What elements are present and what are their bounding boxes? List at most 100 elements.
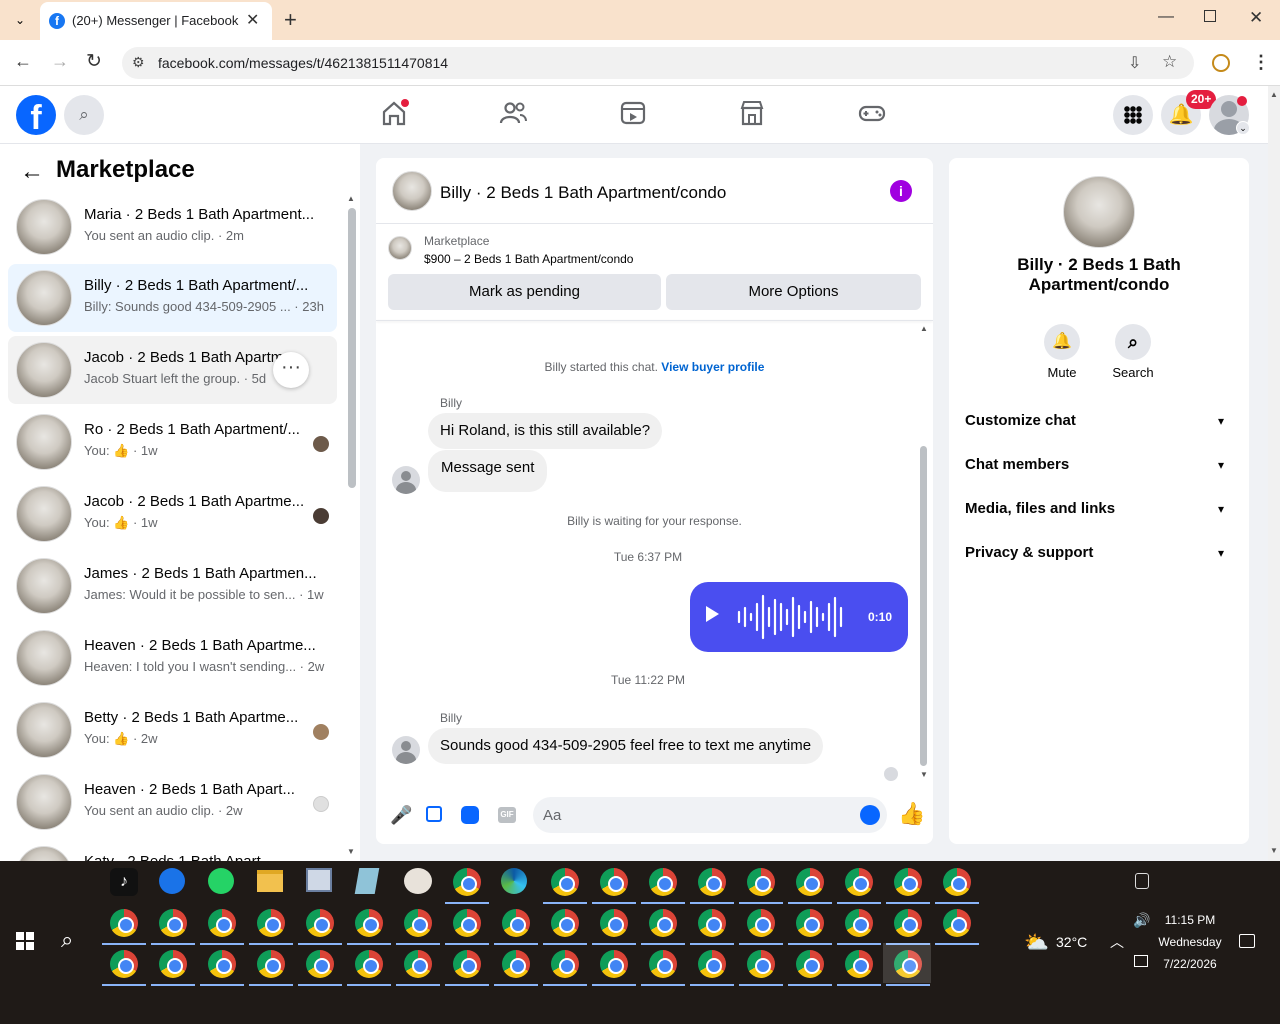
paint-icon[interactable] [404, 868, 432, 894]
back-arrow-icon[interactable]: ← [20, 158, 44, 186]
mark-pending-button[interactable]: Mark as pending [388, 274, 661, 310]
notification-center-icon[interactable] [1239, 934, 1255, 948]
chrome-taskbar-icon[interactable] [641, 868, 685, 904]
chrome-taskbar-icon[interactable] [200, 909, 244, 945]
chrome-taskbar-icon[interactable] [396, 909, 440, 945]
tab-search-icon[interactable]: ⌄ [10, 10, 30, 30]
file-explorer-icon[interactable] [257, 870, 283, 892]
chrome-taskbar-icon[interactable] [249, 950, 293, 986]
conversation-item[interactable]: Jacob · 2 Beds 1 Bath Apartm... Jacob St… [8, 336, 337, 404]
taskbar-search-icon[interactable]: ⌕ [61, 927, 73, 953]
gaming-icon[interactable] [857, 98, 887, 128]
weather-icon[interactable]: ⛅ [1024, 930, 1049, 955]
chrome-menu-icon[interactable]: ⋮ [1252, 52, 1270, 73]
microphone-icon[interactable]: 🎤 [390, 805, 412, 826]
message-input[interactable]: Aa [533, 797, 887, 833]
conversation-item[interactable]: Maria · 2 Beds 1 Bath Apartment... You s… [8, 193, 337, 261]
conversation-item[interactable]: Jacob · 2 Beds 1 Bath Apartme... You: 👍 … [8, 480, 337, 548]
chrome-taskbar-icon[interactable] [445, 868, 489, 904]
scroll-down-icon[interactable]: ▼ [347, 847, 355, 856]
chrome-taskbar-icon[interactable] [298, 909, 342, 945]
url-text[interactable]: facebook.com/messages/t/4621381511470814 [158, 55, 448, 71]
chat-title[interactable]: Billy · 2 Beds 1 Bath Apartment/condo [440, 183, 726, 203]
chrome-taskbar-icon[interactable] [396, 950, 440, 986]
chat-info-avatar[interactable] [1063, 176, 1135, 248]
browser-tab[interactable]: f (20+) Messenger | Facebook ✕ [40, 2, 272, 40]
chrome-taskbar-icon[interactable] [494, 909, 538, 945]
chrome-taskbar-icon[interactable] [347, 950, 391, 986]
control-panel-icon[interactable] [306, 868, 332, 892]
page-scrollbar[interactable]: ▲ ▼ [1268, 86, 1280, 861]
chrome-taskbar-icon[interactable] [249, 909, 293, 945]
play-icon[interactable] [706, 606, 719, 622]
search-chat-icon[interactable]: ⌕ [1115, 324, 1151, 360]
show-hidden-icons-chevron-icon[interactable]: ︿ [1110, 932, 1124, 952]
chrome-taskbar-icon[interactable] [935, 868, 979, 904]
chrome-taskbar-icon[interactable] [592, 868, 636, 904]
chrome-taskbar-icon[interactable] [837, 909, 881, 945]
home-icon[interactable] [379, 98, 409, 128]
chrome-taskbar-icon[interactable] [494, 950, 538, 986]
chevron-down-icon[interactable]: ▾ [1218, 414, 1224, 428]
volume-icon[interactable]: 🔊 [1133, 912, 1150, 929]
chat-members-row[interactable]: Chat members [965, 456, 1069, 473]
chrome-taskbar-icon[interactable] [102, 950, 146, 986]
windows-start-icon[interactable] [16, 932, 34, 950]
chrome-taskbar-icon[interactable] [151, 909, 195, 945]
chrome-taskbar-icon[interactable] [837, 950, 881, 986]
close-window-icon[interactable]: ✕ [1249, 8, 1263, 28]
received-message[interactable]: Message sent [428, 450, 548, 492]
restore-icon[interactable] [1204, 10, 1216, 22]
video-icon[interactable] [618, 98, 648, 128]
conversation-item[interactable]: Betty · 2 Beds 1 Bath Apartme... You: 👍 … [8, 696, 337, 764]
chrome-taskbar-icon[interactable] [200, 950, 244, 986]
profile-icon[interactable] [1212, 54, 1230, 72]
conversation-item[interactable]: Heaven · 2 Beds 1 Bath Apart... You sent… [8, 768, 337, 836]
conversation-item-partial[interactable]: Katy · 2 Beds 1 Bath Apart... [8, 840, 348, 861]
listing-price[interactable]: $900 – 2 Beds 1 Bath Apartment/condo [424, 252, 633, 266]
chrome-taskbar-icon[interactable] [690, 909, 734, 945]
sticker-icon[interactable] [461, 806, 479, 824]
mute-bell-icon[interactable]: 🔔 [1044, 324, 1080, 360]
install-app-icon[interactable]: ⇩ [1128, 53, 1141, 73]
thumbs-up-send-icon[interactable]: 👍 [898, 801, 925, 827]
info-icon[interactable]: i [890, 180, 912, 202]
chrome-taskbar-icon[interactable] [788, 950, 832, 986]
minimize-icon[interactable]: — [1158, 8, 1174, 26]
network-icon[interactable] [1134, 955, 1148, 967]
chevron-down-icon[interactable]: ▾ [1218, 546, 1224, 560]
edge-dev-icon[interactable] [159, 868, 185, 894]
site-info-icon[interactable]: ⚙ [132, 54, 145, 71]
chrome-taskbar-icon[interactable] [151, 950, 195, 986]
pen-menu-icon[interactable] [1135, 873, 1149, 889]
menu-grid-icon[interactable] [1113, 95, 1153, 135]
chrome-taskbar-icon[interactable] [739, 950, 783, 986]
forward-icon[interactable]: → [51, 51, 69, 72]
bookmark-star-icon[interactable]: ☆ [1162, 52, 1177, 72]
account-chevron-icon[interactable]: ⌄ [1236, 121, 1250, 135]
conversation-item[interactable]: Ro · 2 Beds 1 Bath Apartment/... You: 👍 … [8, 408, 337, 476]
facebook-logo-icon[interactable]: f [16, 95, 56, 137]
gif-icon[interactable]: GIF [498, 807, 516, 823]
chrome-taskbar-icon[interactable] [592, 950, 636, 986]
chat-scroll-down-icon[interactable]: ▼ [920, 770, 928, 779]
chevron-down-icon[interactable]: ▾ [1218, 502, 1224, 516]
friends-icon[interactable] [498, 98, 528, 128]
omnibox[interactable]: ⚙ facebook.com/messages/t/46213815114708… [122, 47, 1194, 79]
marketplace-icon[interactable] [737, 98, 767, 128]
weather-temperature[interactable]: 32°C [1056, 934, 1087, 950]
clock-date[interactable]: 7/22/2026 [1152, 957, 1228, 971]
edge-icon[interactable] [501, 868, 527, 894]
scroll-up-icon[interactable]: ▲ [347, 194, 355, 203]
back-icon[interactable]: ← [14, 51, 32, 72]
chrome-taskbar-icon[interactable] [543, 868, 587, 904]
reload-icon[interactable]: ↻ [86, 50, 102, 73]
chrome-taskbar-icon[interactable] [298, 950, 342, 986]
media-files-links-row[interactable]: Media, files and links [965, 500, 1115, 517]
chrome-taskbar-icon[interactable] [445, 909, 489, 945]
view-buyer-profile-link[interactable]: View buyer profile [661, 360, 764, 374]
chrome-taskbar-icon[interactable] [543, 950, 587, 986]
customize-chat-row[interactable]: Customize chat [965, 412, 1076, 429]
search-icon[interactable]: ⌕ [64, 95, 104, 135]
chrome-taskbar-icon[interactable] [935, 909, 979, 945]
